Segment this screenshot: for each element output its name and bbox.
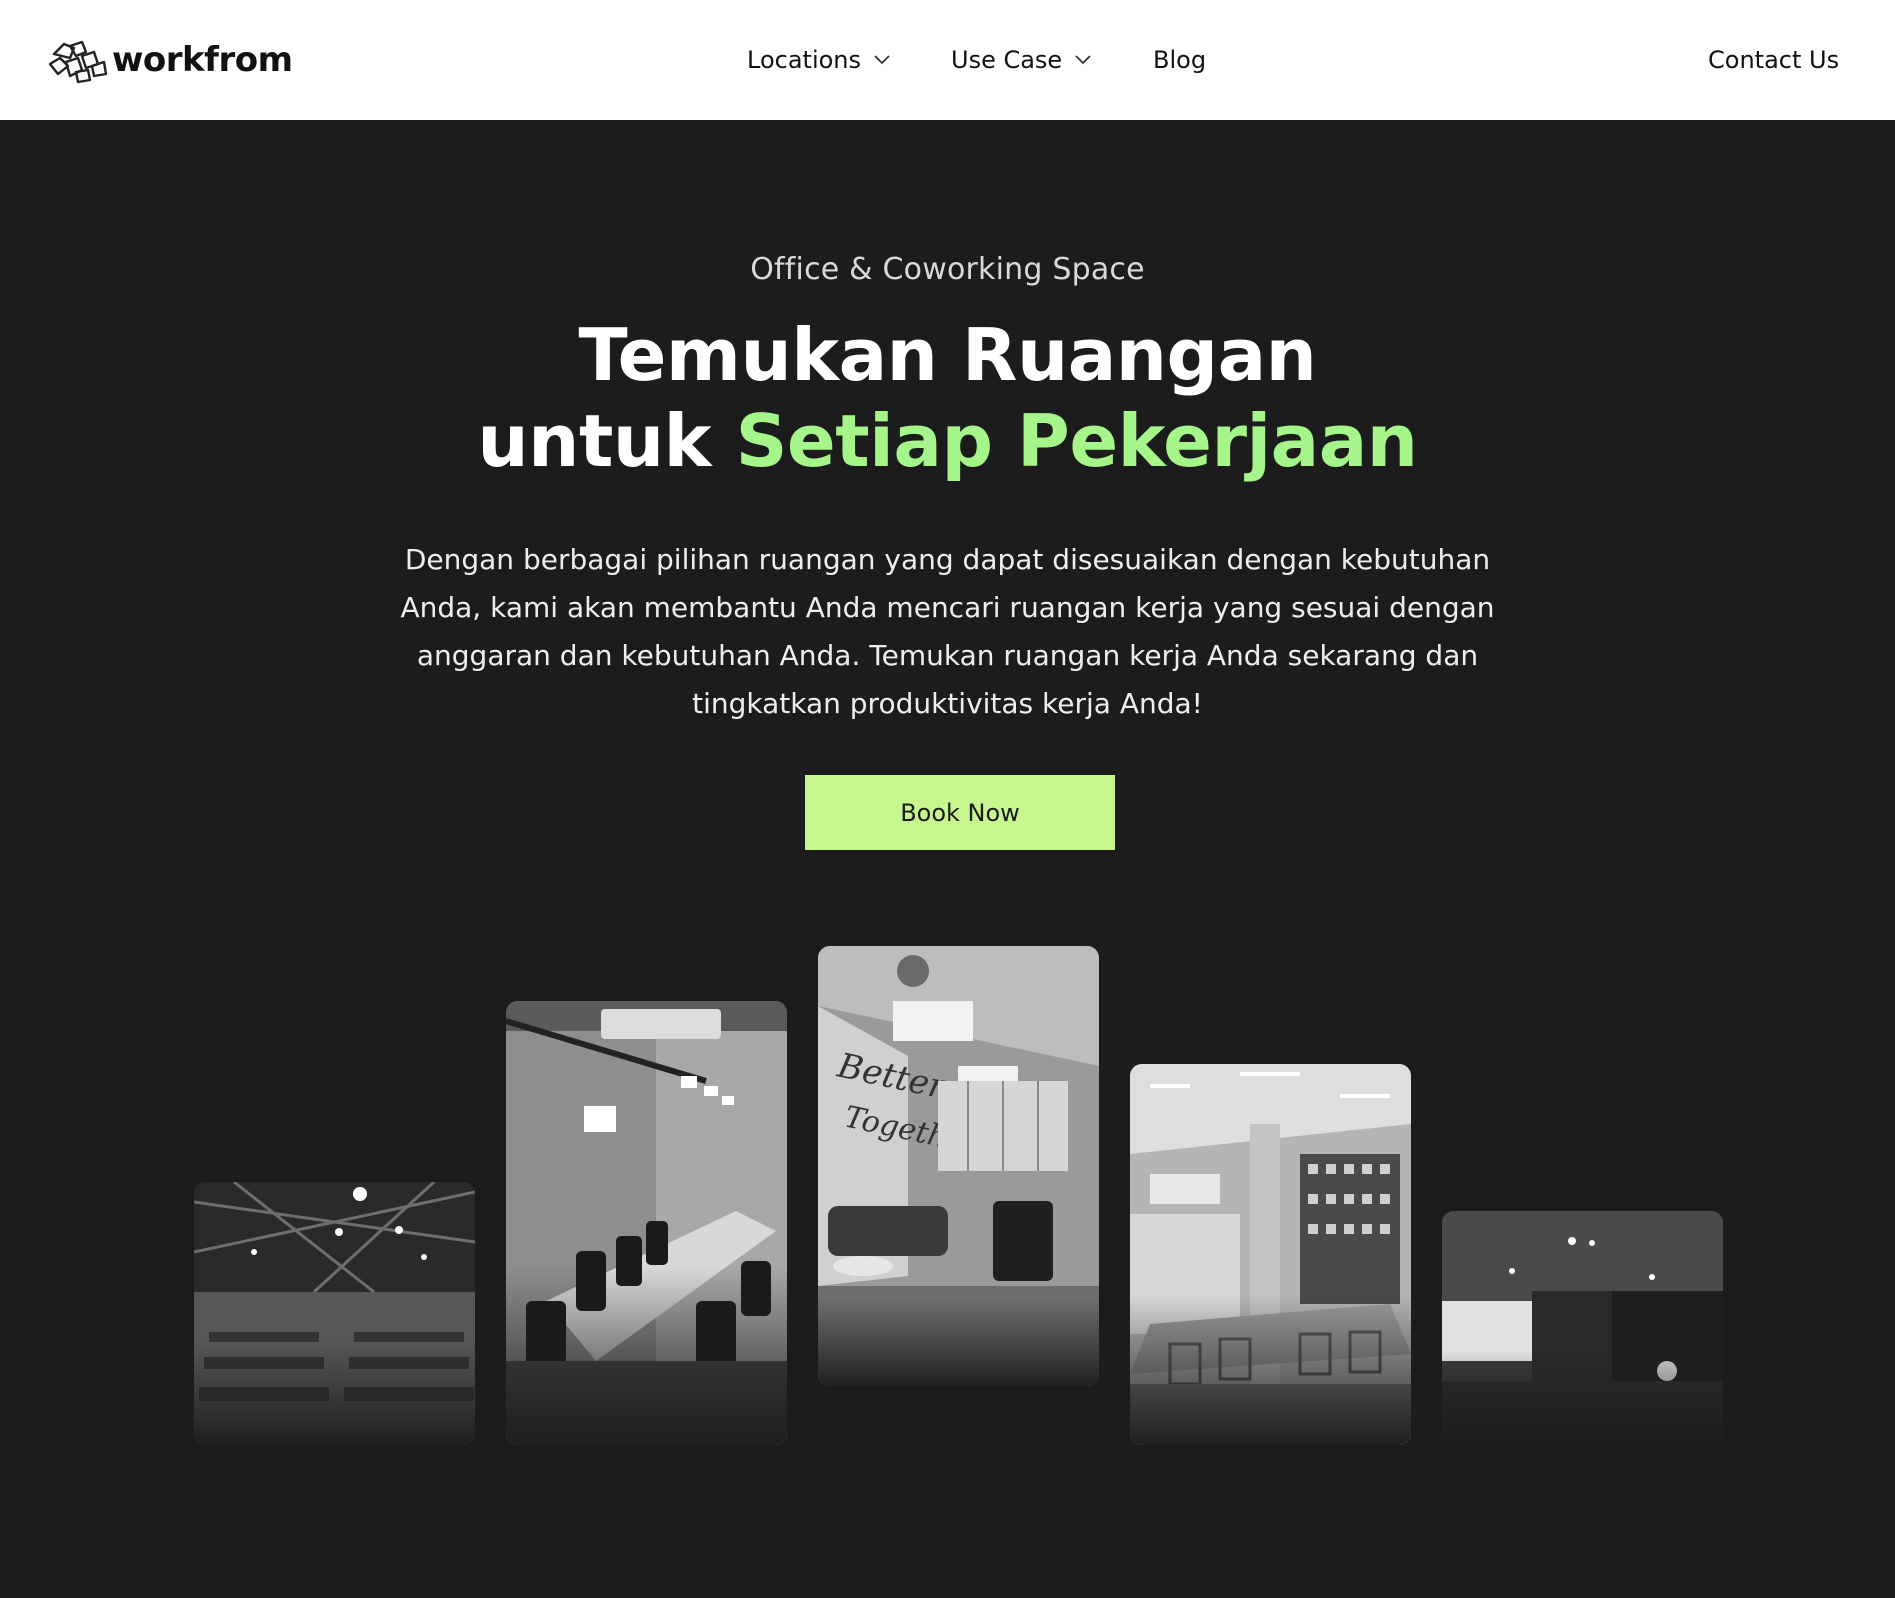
hero-title: Temukan Ruangan untuk Setiap Pekerjaan xyxy=(0,312,1895,484)
nav-use-case-label: Use Case xyxy=(951,46,1063,74)
book-now-button[interactable]: Book Now xyxy=(805,775,1115,850)
site-header: workfrom Locations Use Case Blog Contact… xyxy=(0,0,1895,120)
hero-title-accent: Setiap Pekerjaan xyxy=(735,399,1418,483)
hero-title-line1: Temukan Ruangan xyxy=(578,313,1317,397)
chevron-down-icon xyxy=(1075,55,1091,65)
hero-description: Dengan berbagai pilihan ruangan yang dap… xyxy=(400,543,1495,720)
nav-locations[interactable]: Locations xyxy=(747,42,891,78)
nav-locations-label: Locations xyxy=(747,46,862,74)
gallery-photo-event-room xyxy=(1442,1211,1723,1445)
gallery-photo-coworking xyxy=(1130,1064,1411,1445)
nav-blog-label: Blog xyxy=(1153,46,1207,74)
contact-us-link[interactable]: Contact Us xyxy=(1708,42,1839,78)
gallery-photo-lounge: Better Together xyxy=(818,946,1099,1386)
gallery-photo-hall xyxy=(194,1182,475,1445)
hero-title-line2-plain: untuk xyxy=(477,399,711,483)
main-nav: Locations Use Case Blog Contact Us xyxy=(0,42,1895,78)
contact-us-label: Contact Us xyxy=(1708,46,1840,74)
gallery-photo-meeting-room xyxy=(506,1001,787,1445)
nav-use-case[interactable]: Use Case xyxy=(951,42,1092,78)
hero-subtitle: Office & Coworking Space xyxy=(750,252,1145,287)
nav-blog[interactable]: Blog xyxy=(1153,42,1206,78)
chevron-down-icon xyxy=(874,55,890,65)
